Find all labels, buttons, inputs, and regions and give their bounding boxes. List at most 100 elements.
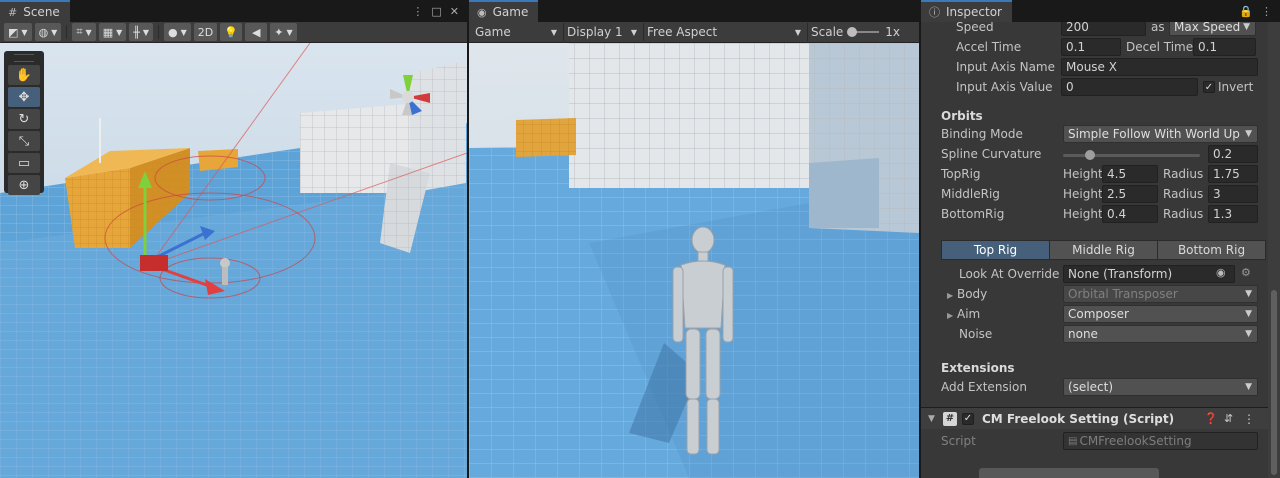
- globe-icon: ◍: [38, 25, 49, 39]
- grid-snap-icon: ▦: [102, 25, 114, 39]
- tab-inspector[interactable]: ⓘ Inspector: [921, 0, 1012, 22]
- toolbar-divider: [66, 25, 68, 39]
- maximize-icon[interactable]: □: [431, 5, 441, 18]
- noise-dropdown[interactable]: none ▼: [1063, 325, 1258, 343]
- invert-checkbox[interactable]: ✓: [1203, 81, 1215, 93]
- rect-tool-button[interactable]: ▭: [8, 153, 40, 173]
- rig-radius-field[interactable]: 3: [1208, 185, 1258, 203]
- increment-button[interactable]: ╫ ▼: [129, 23, 154, 41]
- display-dropdown[interactable]: Display 1 ▼: [564, 23, 644, 41]
- chevron-down-icon: ▼: [180, 27, 187, 37]
- spline-curvature-label: Spline Curvature: [941, 147, 1042, 161]
- orbits-title: Orbits: [941, 109, 983, 123]
- chevron-down-icon: ▼: [21, 27, 28, 37]
- decel-time-field[interactable]: 0.1: [1193, 38, 1256, 56]
- grid-button[interactable]: ▦ ▼: [98, 23, 127, 41]
- rig-height-field[interactable]: 2.5: [1102, 185, 1158, 203]
- rig-height-field[interactable]: 4.5: [1102, 165, 1158, 183]
- rig-radius-field[interactable]: 1.3: [1208, 205, 1258, 223]
- game-mode-dropdown[interactable]: Game ▼: [472, 23, 564, 41]
- look-at-override-label: Look At Override: [959, 267, 1060, 281]
- gear-icon[interactable]: ⚙: [1241, 266, 1251, 279]
- kebab-menu-icon[interactable]: ⋮: [1243, 412, 1255, 426]
- tab-top-rig[interactable]: Top Rig: [942, 241, 1050, 259]
- chevron-down-icon: ▼: [1245, 382, 1252, 392]
- scene-tab-controls: ⋮ □ ✕: [412, 0, 467, 22]
- ruler-icon: ╫: [133, 25, 140, 39]
- inspector-tabbar: ⓘ Inspector 🔒 ⋮: [921, 0, 1280, 22]
- scale-label: Scale: [811, 25, 844, 39]
- tab-game[interactable]: ◉ Game: [469, 0, 539, 22]
- aim-label-text: Aim: [956, 307, 981, 321]
- spline-curvature-slider[interactable]: [1063, 150, 1200, 160]
- inspector-scrollbar[interactable]: [1268, 22, 1280, 478]
- component-enabled-checkbox[interactable]: ✓: [962, 412, 974, 425]
- scale-slider[interactable]: [847, 27, 880, 37]
- spline-curvature-slider-thumb[interactable]: [1085, 150, 1096, 160]
- aspect-value: Free Aspect: [647, 25, 718, 39]
- body-value: Orbital Transposer: [1068, 287, 1178, 301]
- body-label[interactable]: ▶ Body: [947, 287, 987, 301]
- draw-mode-button[interactable]: ◩ ▼: [4, 23, 32, 41]
- add-component-button[interactable]: [979, 468, 1159, 478]
- lighting-button[interactable]: 💡: [220, 23, 243, 41]
- rig-radius-label: Radius: [1163, 167, 1204, 181]
- snap-button[interactable]: ⌗ ▼: [72, 23, 96, 41]
- tab-middle-rig[interactable]: Middle Rig: [1050, 241, 1158, 259]
- close-icon[interactable]: ✕: [450, 5, 459, 18]
- scale-tool-button[interactable]: ⤡: [8, 131, 40, 151]
- kebab-menu-icon[interactable]: ⋮: [1261, 5, 1272, 18]
- inspector-scrollbar-thumb[interactable]: [1271, 290, 1277, 475]
- hand-tool-button[interactable]: ✋: [8, 65, 40, 85]
- transform-tool-button[interactable]: ⊕: [8, 175, 40, 195]
- chevron-down-icon[interactable]: ▼: [928, 414, 935, 424]
- rig-radius-field[interactable]: 1.75: [1208, 165, 1258, 183]
- palette-grip[interactable]: [14, 54, 34, 62]
- decel-time-label: Decel Time: [1126, 40, 1194, 54]
- aspect-dropdown[interactable]: Free Aspect ▼: [644, 23, 808, 41]
- script-file-icon: ▤: [1068, 435, 1078, 447]
- tab-bottom-rig[interactable]: Bottom Rig: [1158, 241, 1265, 259]
- game-view-panel: ◉ Game Game ▼ Display 1 ▼ Free Aspect ▼ …: [469, 0, 919, 478]
- look-at-override-field[interactable]: None (Transform): [1063, 265, 1235, 283]
- scale-value: 1x: [885, 25, 901, 39]
- rect-tool-icon: ▭: [17, 155, 31, 171]
- object-picker-icon[interactable]: ◉: [1216, 266, 1226, 279]
- component-header[interactable]: ▼ # ✓ CM Freelook Setting (Script) ❓ ⇵ ⋮: [921, 407, 1268, 429]
- mode-2d-button[interactable]: 2D: [193, 23, 218, 41]
- binding-mode-value: Simple Follow With World Up: [1068, 127, 1240, 141]
- game-viewport[interactable]: [469, 43, 919, 478]
- preset-icon[interactable]: ⇵: [1224, 412, 1233, 425]
- input-axis-value-field[interactable]: 0: [1061, 78, 1198, 96]
- aim-value: Composer: [1068, 307, 1129, 321]
- add-extension-dropdown[interactable]: (select) ▼: [1063, 378, 1258, 396]
- help-icon[interactable]: ❓: [1204, 412, 1218, 425]
- lock-icon[interactable]: 🔒: [1239, 5, 1253, 18]
- script-field-value: CMFreelookSetting: [1079, 434, 1192, 448]
- binding-mode-dropdown[interactable]: Simple Follow With World Up ▼: [1063, 125, 1258, 143]
- scale-slider-thumb[interactable]: [847, 27, 858, 37]
- tab-scene[interactable]: # Scene: [0, 0, 70, 22]
- aim-label[interactable]: ▶ Aim: [947, 307, 980, 321]
- scene-viewport[interactable]: ✋ ✥ ↻ ⤡ ▭ ⊕: [0, 42, 467, 478]
- spline-curvature-field[interactable]: 0.2: [1208, 145, 1258, 163]
- shading-sphere-icon: ●: [168, 25, 178, 39]
- rotate-tool-button[interactable]: ↻: [8, 109, 40, 129]
- shading-button[interactable]: ● ▼: [164, 23, 191, 41]
- move-tool-button[interactable]: ✥: [8, 87, 40, 107]
- speed-field[interactable]: 200: [1061, 22, 1146, 36]
- input-axis-name-field[interactable]: Mouse X: [1061, 58, 1258, 76]
- global-local-button[interactable]: ◍ ▼: [34, 23, 62, 41]
- rig-height-field[interactable]: 0.4: [1102, 205, 1158, 223]
- grid-icon: #: [8, 5, 18, 19]
- game-tabbar: ◉ Game: [469, 0, 919, 22]
- kebab-menu-icon[interactable]: ⋮: [412, 5, 423, 18]
- chevron-down-icon: ▼: [116, 27, 123, 37]
- audio-button[interactable]: ◀: [245, 23, 268, 41]
- hand-tool-icon: ✋: [15, 67, 33, 83]
- effects-button[interactable]: ✦ ▼: [270, 23, 297, 41]
- aim-dropdown[interactable]: Composer ▼: [1063, 305, 1258, 323]
- inspector-tab-controls: 🔒 ⋮: [1239, 0, 1280, 22]
- speed-mode-dropdown[interactable]: Max Speed ▼: [1169, 22, 1256, 36]
- accel-time-field[interactable]: 0.1: [1061, 38, 1121, 56]
